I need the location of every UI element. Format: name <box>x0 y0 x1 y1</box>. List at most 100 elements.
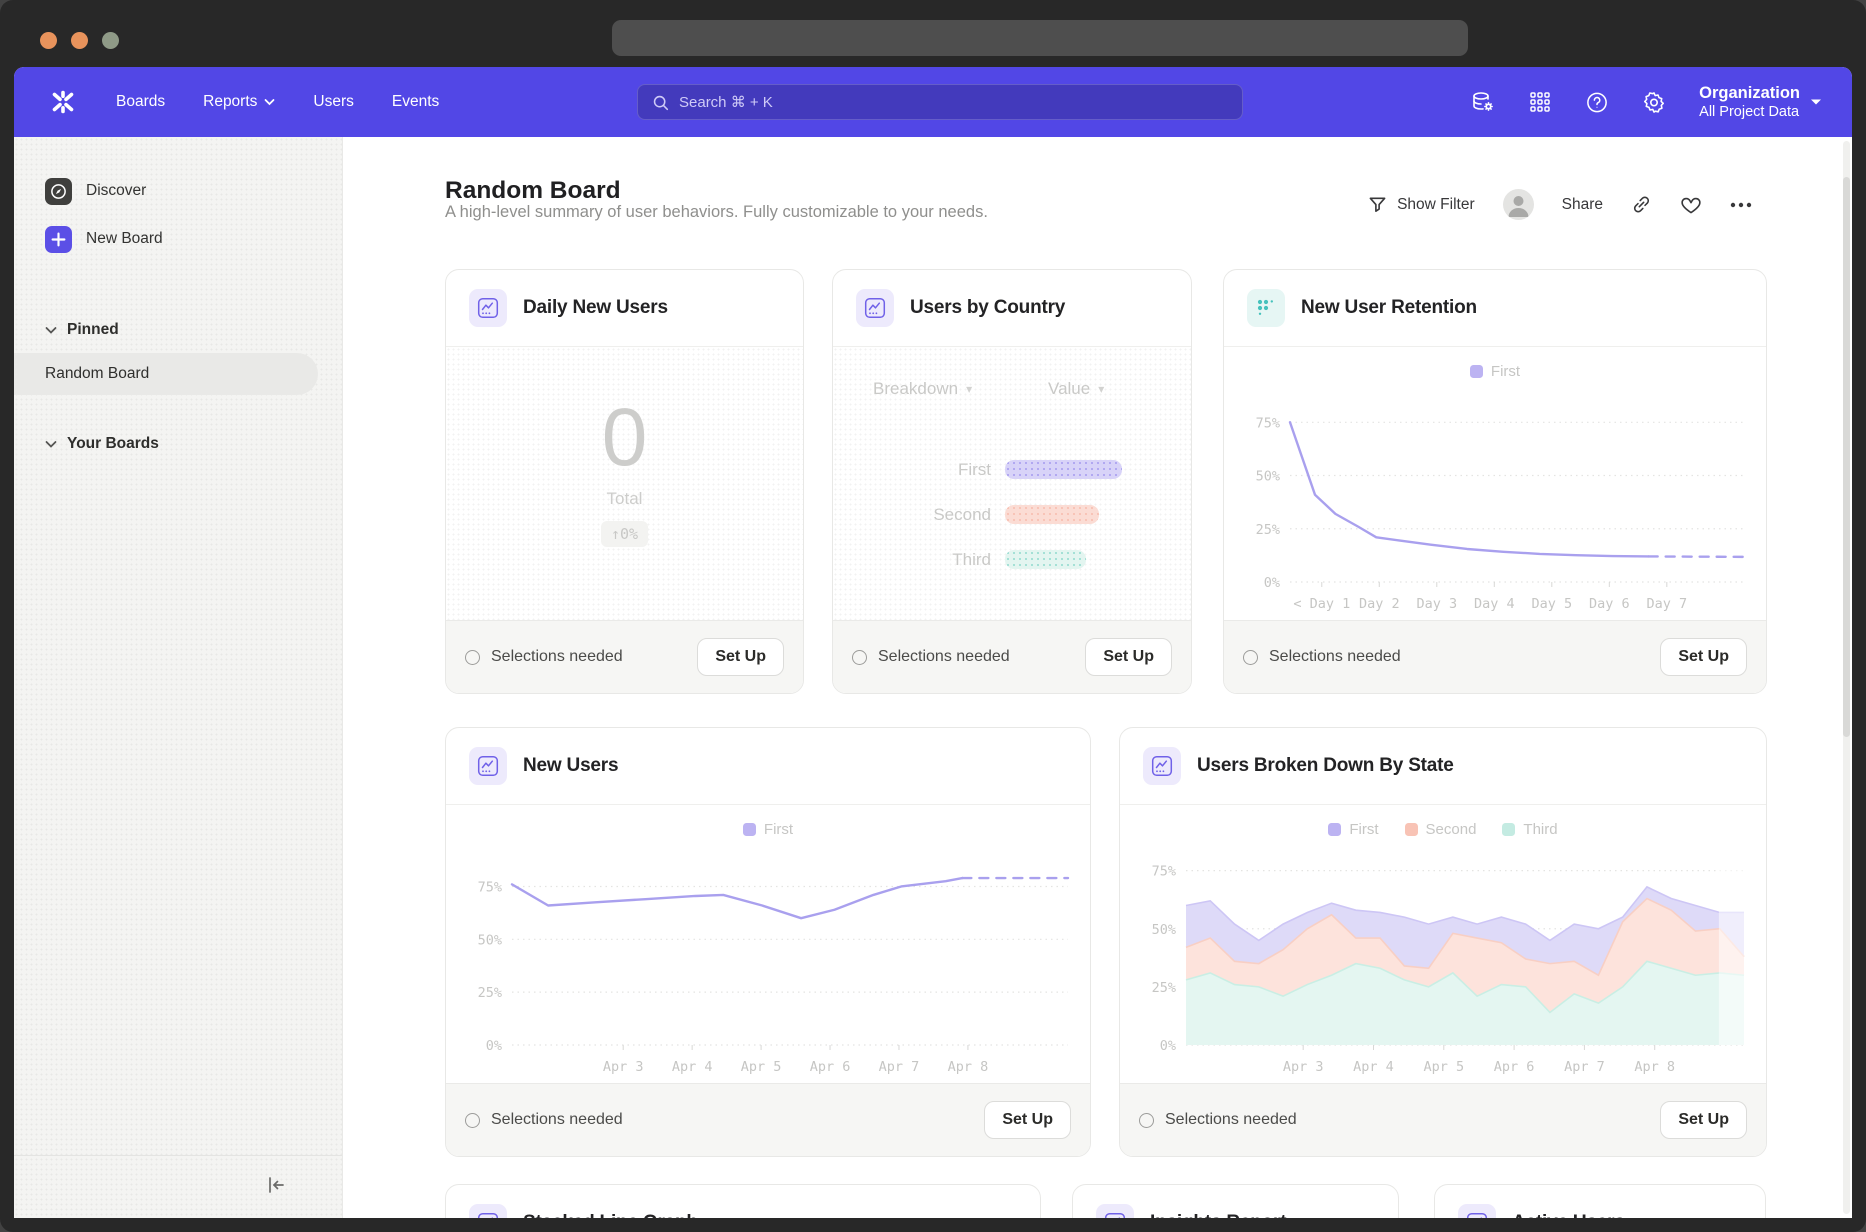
value-dropdown[interactable]: Value▾ <box>1048 379 1104 399</box>
nav-item-events[interactable]: Events <box>392 93 439 111</box>
svg-text:Apr 4: Apr 4 <box>1353 1059 1394 1075</box>
scrollbar-thumb[interactable] <box>1843 177 1850 737</box>
sidebar-collapse-button[interactable] <box>258 1168 292 1202</box>
ellipsis-icon <box>1730 202 1752 208</box>
svg-text:Day 3: Day 3 <box>1416 596 1457 612</box>
svg-text:< Day 1: < Day 1 <box>1293 596 1350 612</box>
svg-text:Apr 5: Apr 5 <box>741 1059 782 1075</box>
page-subtitle: A high-level summary of user behaviors. … <box>445 203 988 222</box>
sidebar: Discover New Board Pinned Random Board <box>14 137 343 1218</box>
sidebar-divider <box>14 1155 342 1156</box>
settings-gear-icon[interactable] <box>1642 90 1666 114</box>
card-title: New User Retention <box>1301 297 1477 319</box>
svg-text:Apr 8: Apr 8 <box>1634 1059 1675 1075</box>
svg-text:Apr 6: Apr 6 <box>1494 1059 1535 1075</box>
apps-grid-icon[interactable] <box>1528 90 1552 114</box>
org-switcher[interactable]: Organization All Project Data <box>1699 83 1822 122</box>
user-icon <box>1503 189 1534 220</box>
filter-funnel-icon <box>1368 195 1387 214</box>
org-name: Organization <box>1699 83 1800 104</box>
legend-swatch <box>1328 823 1341 836</box>
selections-needed-status: Selections needed <box>1243 648 1401 666</box>
svg-text:Apr 3: Apr 3 <box>1283 1059 1324 1075</box>
selections-needed-status: Selections needed <box>1139 1111 1297 1129</box>
data-management-icon[interactable] <box>1471 90 1495 114</box>
svg-text:75%: 75% <box>1256 415 1280 431</box>
chevron-down-icon <box>1810 98 1822 106</box>
status-circle-icon <box>465 1113 480 1128</box>
nav-item-boards[interactable]: Boards <box>116 93 165 111</box>
mixpanel-logo[interactable] <box>48 87 78 117</box>
share-button[interactable]: Share <box>1562 196 1603 214</box>
svg-text:Day 2: Day 2 <box>1359 596 1400 612</box>
avatar[interactable] <box>1503 189 1534 220</box>
address-bar[interactable] <box>612 20 1468 56</box>
show-filter-button[interactable]: Show Filter <box>1368 195 1475 214</box>
svg-text:Apr 4: Apr 4 <box>672 1059 713 1075</box>
set-up-button[interactable]: Set Up <box>1660 1101 1747 1139</box>
copy-link-button[interactable] <box>1631 194 1652 215</box>
app: Boards Reports Users Events Search ⌘ + K <box>14 67 1852 1218</box>
line-chart-icon <box>469 289 507 327</box>
sidebar-item-discover[interactable]: Discover <box>45 167 342 215</box>
svg-text:50%: 50% <box>1256 469 1280 485</box>
status-circle-icon <box>1139 1113 1154 1128</box>
country-bars: First Second Third <box>833 447 1191 582</box>
svg-text:Apr 7: Apr 7 <box>1564 1059 1605 1075</box>
svg-text:75%: 75% <box>1152 864 1176 880</box>
nav-item-users[interactable]: Users <box>313 93 353 111</box>
svg-text:25%: 25% <box>1256 522 1280 538</box>
help-icon[interactable] <box>1585 90 1609 114</box>
svg-text:0%: 0% <box>1160 1038 1176 1054</box>
window-zoom-button[interactable] <box>102 32 119 49</box>
selections-needed-status: Selections needed <box>465 1111 623 1129</box>
svg-text:50%: 50% <box>1152 922 1176 938</box>
country-bar-row: Third <box>833 537 1191 582</box>
svg-text:Day 6: Day 6 <box>1589 596 1630 612</box>
set-up-button[interactable]: Set Up <box>984 1101 1071 1139</box>
window-minimize-button[interactable] <box>71 32 88 49</box>
chart-legend: First <box>1224 363 1766 380</box>
compass-icon <box>45 178 72 205</box>
card-active-users: Active Users <box>1434 1184 1766 1218</box>
new-users-line-chart: 0%25%50%75%Apr 3Apr 4Apr 5Apr 6Apr 7Apr … <box>454 851 1082 1077</box>
top-nav: Boards Reports Users Events Search ⌘ + K <box>14 67 1852 137</box>
set-up-button[interactable]: Set Up <box>1085 638 1172 676</box>
bar-label: First <box>833 460 1005 480</box>
svg-text:Apr 5: Apr 5 <box>1423 1059 1464 1075</box>
svg-text:50%: 50% <box>478 932 502 948</box>
chart-legend: First Second Third <box>1120 821 1766 838</box>
more-options-button[interactable] <box>1730 202 1752 208</box>
window-close-button[interactable] <box>40 32 57 49</box>
sidebar-item-random-board[interactable]: Random Board <box>14 353 318 395</box>
chart-legend: First <box>446 821 1090 838</box>
sidebar-section-your-boards[interactable]: Your Boards <box>45 429 342 459</box>
svg-text:Day 5: Day 5 <box>1531 596 1572 612</box>
chevron-down-icon: ▾ <box>1098 382 1104 396</box>
status-circle-icon <box>1243 650 1258 665</box>
placeholder-bar <box>1005 550 1086 569</box>
metric-delta-badge: ↑0% <box>601 521 648 547</box>
nav-item-reports[interactable]: Reports <box>203 93 275 111</box>
search-input[interactable]: Search ⌘ + K <box>637 84 1243 120</box>
search-icon <box>652 94 669 111</box>
set-up-button[interactable]: Set Up <box>1660 638 1747 676</box>
heart-icon <box>1680 194 1702 216</box>
bar-label: Third <box>833 550 1005 570</box>
bar-label: Second <box>833 505 1005 525</box>
line-chart-icon <box>469 1204 507 1218</box>
svg-text:0%: 0% <box>486 1038 502 1054</box>
sidebar-item-new-board[interactable]: New Board <box>45 215 342 263</box>
svg-text:Apr 6: Apr 6 <box>810 1059 851 1075</box>
card-title: Insights Report <box>1150 1212 1286 1218</box>
main-content: Random Board A high-level summary of use… <box>343 137 1852 1218</box>
breakdown-dropdown[interactable]: Breakdown▾ <box>873 379 972 399</box>
card-stacked-line-graph: Stacked Line Graph <box>445 1184 1041 1218</box>
legend-swatch <box>743 823 756 836</box>
favorite-button[interactable] <box>1680 194 1702 216</box>
set-up-button[interactable]: Set Up <box>697 638 784 676</box>
sidebar-section-pinned[interactable]: Pinned <box>45 315 342 345</box>
svg-text:25%: 25% <box>478 985 502 1001</box>
card-users-broken-down-by-state: Users Broken Down By State First Second … <box>1119 727 1767 1157</box>
card-title: New Users <box>523 755 618 777</box>
